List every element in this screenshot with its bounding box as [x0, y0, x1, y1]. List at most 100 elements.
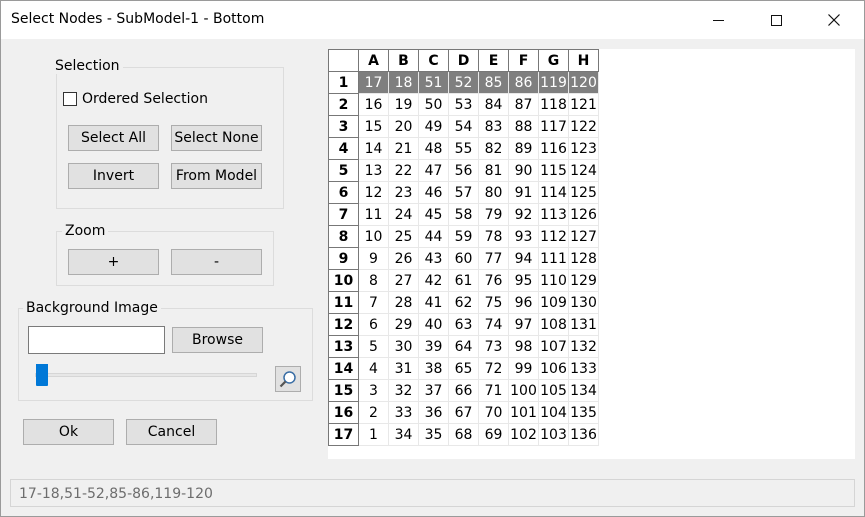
- column-header[interactable]: G: [538, 49, 569, 72]
- column-header[interactable]: F: [508, 49, 539, 72]
- grid-cell[interactable]: 67: [448, 401, 479, 424]
- grid-cell[interactable]: 99: [508, 357, 539, 380]
- grid-cell[interactable]: 88: [508, 115, 539, 138]
- grid-cell[interactable]: 4: [358, 357, 389, 380]
- grid-cell[interactable]: 109: [538, 291, 569, 314]
- grid-cell[interactable]: 57: [448, 181, 479, 204]
- grid-cell[interactable]: 134: [568, 379, 599, 402]
- grid-cell[interactable]: 73: [478, 335, 509, 358]
- grid-cell[interactable]: 112: [538, 225, 569, 248]
- grid-cell[interactable]: 16: [358, 93, 389, 116]
- grid-cell[interactable]: 7: [358, 291, 389, 314]
- grid-cell[interactable]: 25: [388, 225, 419, 248]
- grid-cell[interactable]: 23: [388, 181, 419, 204]
- grid-cell[interactable]: 27: [388, 269, 419, 292]
- grid-cell[interactable]: 63: [448, 313, 479, 336]
- row-header[interactable]: 11: [328, 291, 359, 314]
- row-header[interactable]: 4: [328, 137, 359, 160]
- row-header[interactable]: 14: [328, 357, 359, 380]
- background-opacity-slider-track[interactable]: [35, 373, 257, 377]
- grid-cell[interactable]: 51: [418, 71, 449, 94]
- grid-corner[interactable]: [328, 49, 359, 72]
- grid-cell[interactable]: 114: [538, 181, 569, 204]
- grid-cell[interactable]: 97: [508, 313, 539, 336]
- zoom-out-button[interactable]: -: [171, 249, 262, 275]
- grid-cell[interactable]: 12: [358, 181, 389, 204]
- grid-cell[interactable]: 115: [538, 159, 569, 182]
- grid-cell[interactable]: 31: [388, 357, 419, 380]
- grid-cell[interactable]: 79: [478, 203, 509, 226]
- grid-cell[interactable]: 9: [358, 247, 389, 270]
- grid-cell[interactable]: 110: [538, 269, 569, 292]
- grid-cell[interactable]: 121: [568, 93, 599, 116]
- node-grid[interactable]: A B C D E F G H 1 17 18 51 52 85 86 119 120 2 16 19…: [328, 49, 599, 446]
- cancel-button[interactable]: Cancel: [126, 419, 217, 445]
- grid-cell[interactable]: 103: [538, 423, 569, 446]
- grid-cell[interactable]: 104: [538, 401, 569, 424]
- grid-cell[interactable]: 96: [508, 291, 539, 314]
- grid-cell[interactable]: 92: [508, 203, 539, 226]
- grid-cell[interactable]: 124: [568, 159, 599, 182]
- grid-cell[interactable]: 116: [538, 137, 569, 160]
- grid-cell[interactable]: 14: [358, 137, 389, 160]
- grid-cell[interactable]: 8: [358, 269, 389, 292]
- grid-cell[interactable]: 60: [448, 247, 479, 270]
- grid-cell[interactable]: 133: [568, 357, 599, 380]
- grid-cell[interactable]: 22: [388, 159, 419, 182]
- grid-cell[interactable]: 39: [418, 335, 449, 358]
- row-header[interactable]: 2: [328, 93, 359, 116]
- grid-cell[interactable]: 108: [538, 313, 569, 336]
- grid-cell[interactable]: 3: [358, 379, 389, 402]
- grid-cell[interactable]: 46: [418, 181, 449, 204]
- grid-cell[interactable]: 91: [508, 181, 539, 204]
- grid-cell[interactable]: 44: [418, 225, 449, 248]
- grid-cell[interactable]: 100: [508, 379, 539, 402]
- grid-cell[interactable]: 47: [418, 159, 449, 182]
- grid-cell[interactable]: 1: [358, 423, 389, 446]
- grid-cell[interactable]: 75: [478, 291, 509, 314]
- ok-button[interactable]: Ok: [23, 419, 114, 445]
- grid-cell[interactable]: 86: [508, 71, 539, 94]
- grid-cell[interactable]: 11: [358, 203, 389, 226]
- grid-cell[interactable]: 59: [448, 225, 479, 248]
- grid-cell[interactable]: 125: [568, 181, 599, 204]
- grid-cell[interactable]: 107: [538, 335, 569, 358]
- row-header[interactable]: 3: [328, 115, 359, 138]
- grid-cell[interactable]: 13: [358, 159, 389, 182]
- grid-cell[interactable]: 89: [508, 137, 539, 160]
- grid-cell[interactable]: 129: [568, 269, 599, 292]
- grid-cell[interactable]: 35: [418, 423, 449, 446]
- grid-cell[interactable]: 102: [508, 423, 539, 446]
- grid-cell[interactable]: 52: [448, 71, 479, 94]
- row-header[interactable]: 10: [328, 269, 359, 292]
- grid-cell[interactable]: 18: [388, 71, 419, 94]
- grid-cell[interactable]: 122: [568, 115, 599, 138]
- grid-cell[interactable]: 53: [448, 93, 479, 116]
- grid-cell[interactable]: 119: [538, 71, 569, 94]
- grid-cell[interactable]: 98: [508, 335, 539, 358]
- grid-cell[interactable]: 113: [538, 203, 569, 226]
- grid-cell[interactable]: 56: [448, 159, 479, 182]
- background-image-path-input[interactable]: [28, 326, 165, 354]
- grid-cell[interactable]: 68: [448, 423, 479, 446]
- row-header[interactable]: 1: [328, 71, 359, 94]
- grid-cell[interactable]: 90: [508, 159, 539, 182]
- grid-cell[interactable]: 87: [508, 93, 539, 116]
- grid-cell[interactable]: 120: [568, 71, 599, 94]
- grid-cell[interactable]: 5: [358, 335, 389, 358]
- close-button[interactable]: [805, 1, 863, 39]
- grid-cell[interactable]: 130: [568, 291, 599, 314]
- grid-cell[interactable]: 78: [478, 225, 509, 248]
- column-header[interactable]: B: [388, 49, 419, 72]
- grid-cell[interactable]: 101: [508, 401, 539, 424]
- ordered-selection-checkbox[interactable]: [63, 92, 77, 106]
- grid-cell[interactable]: 82: [478, 137, 509, 160]
- grid-cell[interactable]: 41: [418, 291, 449, 314]
- grid-cell[interactable]: 105: [538, 379, 569, 402]
- grid-cell[interactable]: 74: [478, 313, 509, 336]
- grid-cell[interactable]: 118: [538, 93, 569, 116]
- grid-cell[interactable]: 10: [358, 225, 389, 248]
- grid-cell[interactable]: 65: [448, 357, 479, 380]
- grid-cell[interactable]: 55: [448, 137, 479, 160]
- grid-cell[interactable]: 37: [418, 379, 449, 402]
